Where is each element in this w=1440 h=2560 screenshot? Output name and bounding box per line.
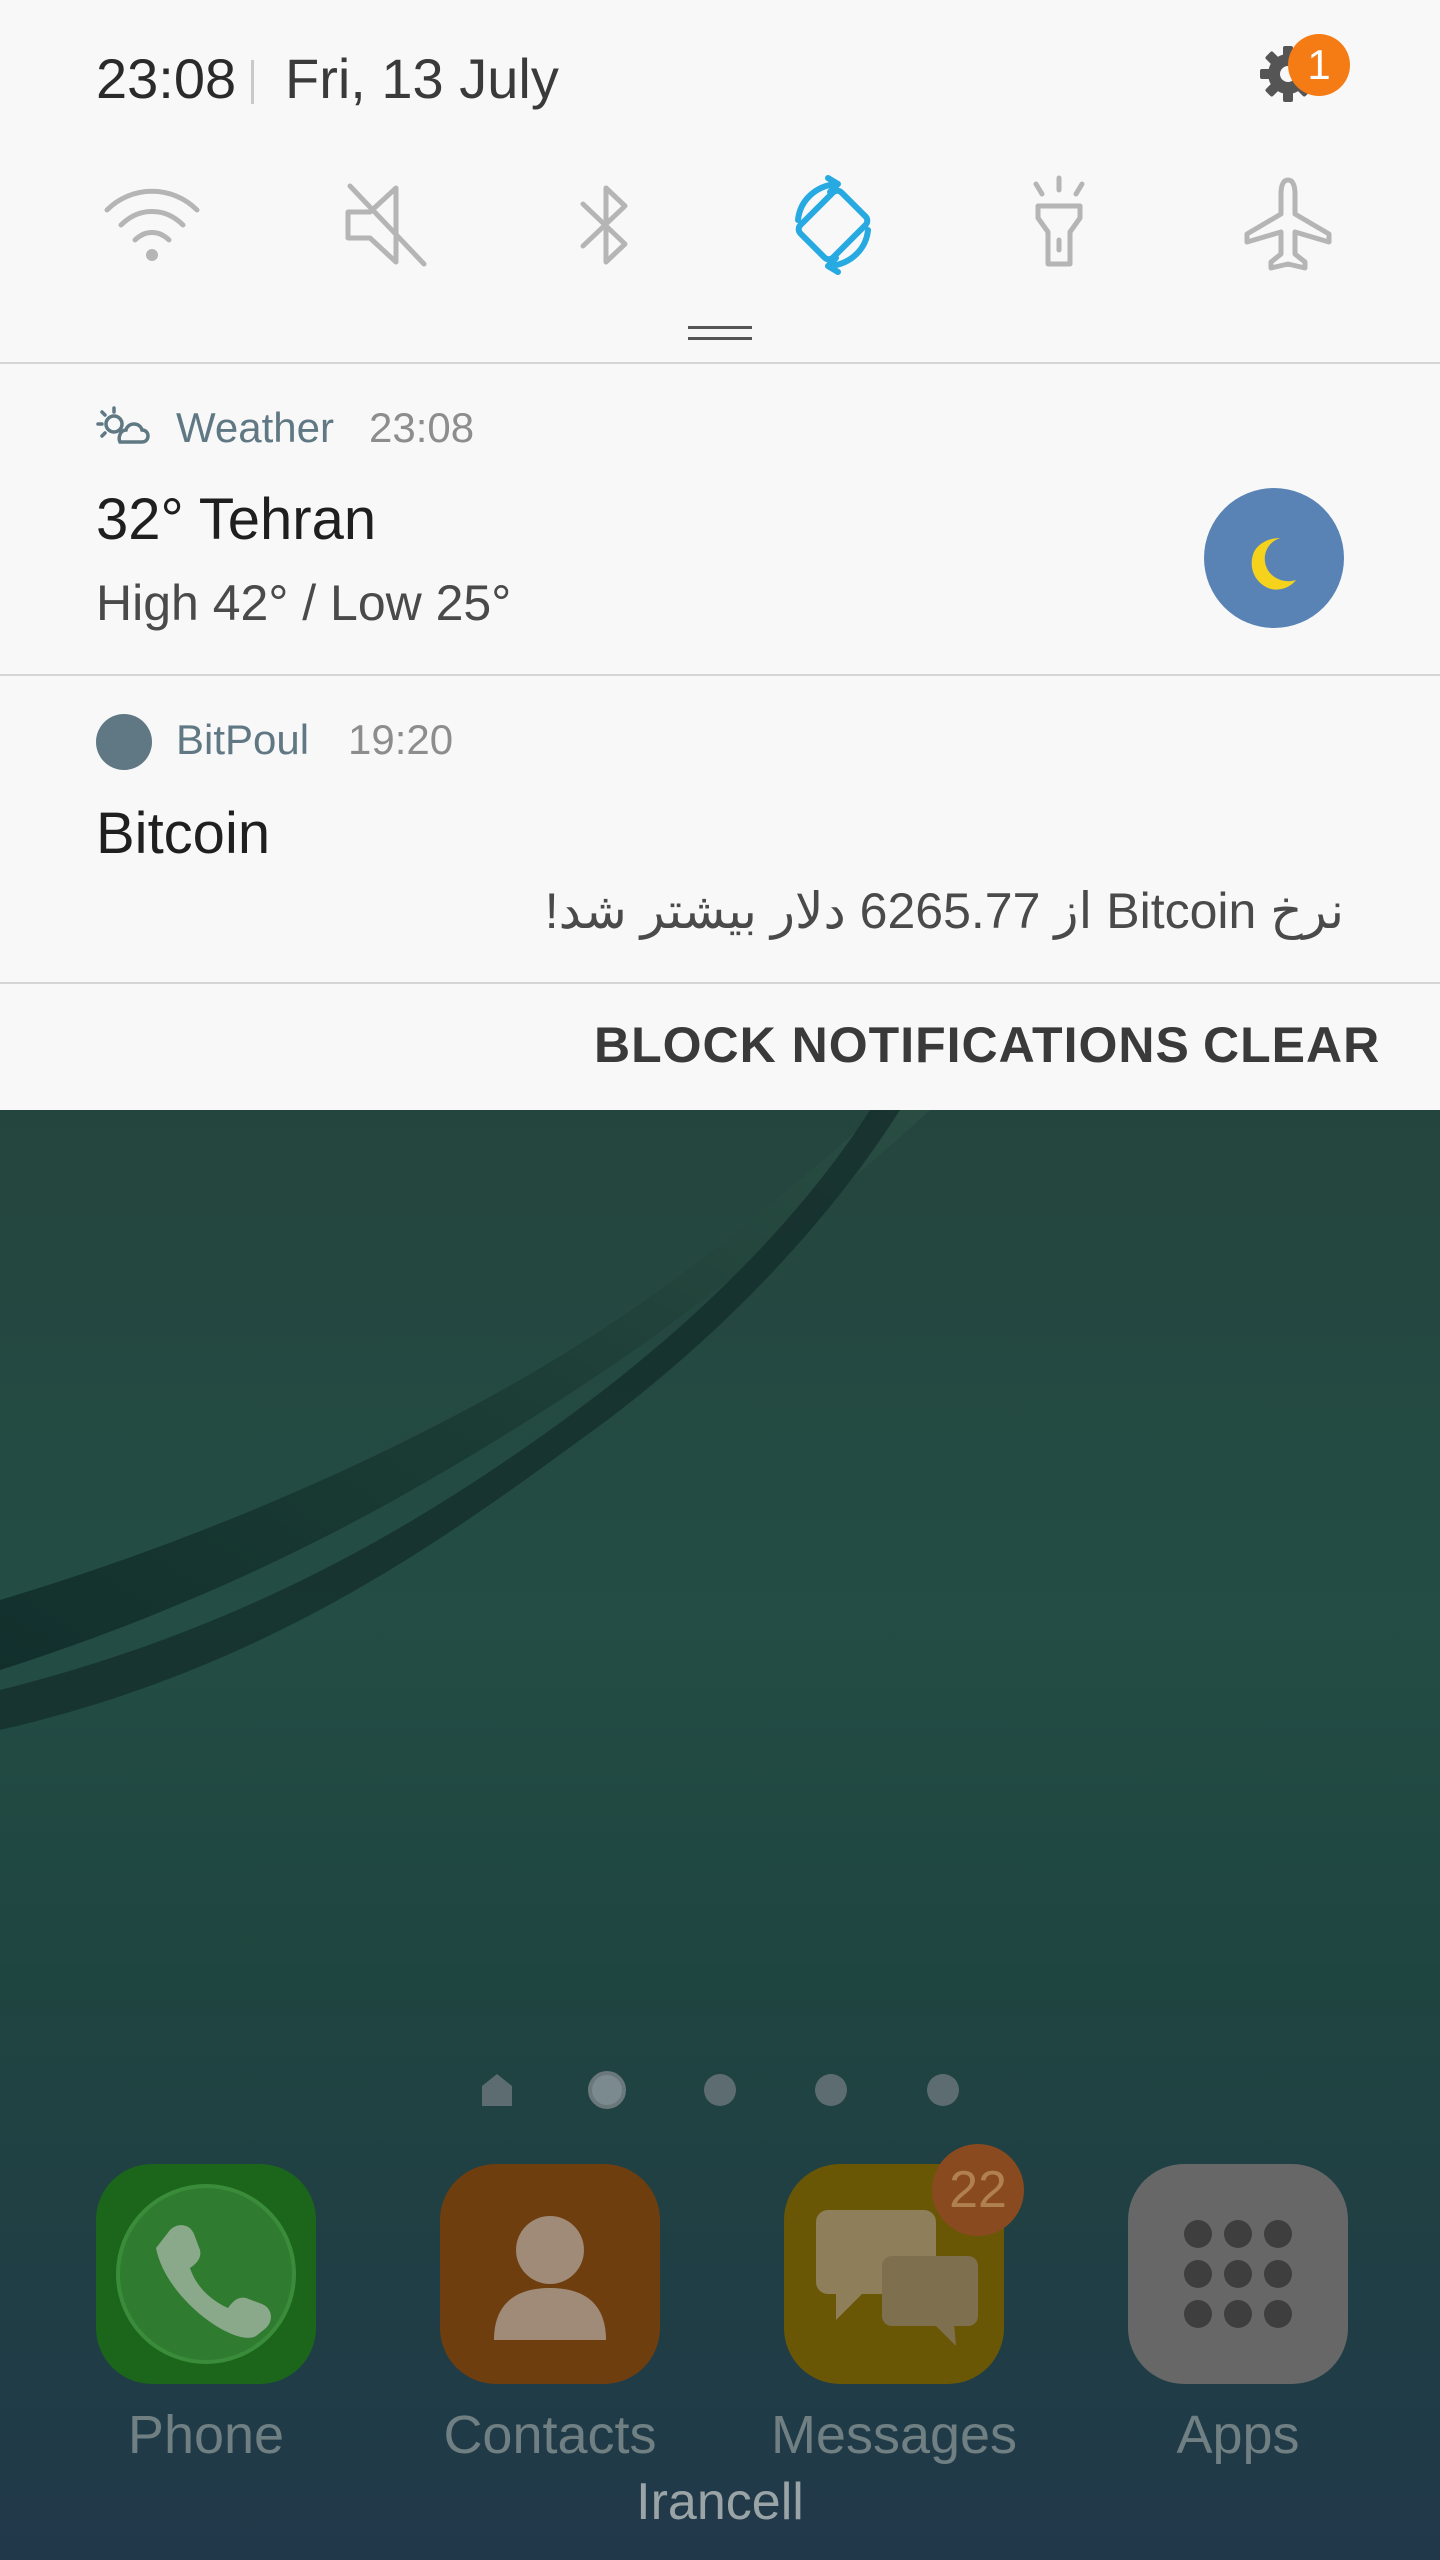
flashlight-icon — [1033, 175, 1085, 267]
messages-unread-badge: 22 — [932, 2144, 1024, 2236]
phone-app-label: Phone — [127, 2405, 285, 2465]
airplane-mode-icon — [1244, 177, 1332, 271]
page-indicator-dot[interactable] — [588, 2071, 626, 2109]
settings-update-badge: 1 — [1288, 34, 1350, 96]
contacts-app-label: Contacts — [443, 2405, 657, 2465]
weather-notification-time: 23:08 — [369, 404, 475, 451]
phone-icon — [116, 2184, 296, 2364]
page-indicator-dot[interactable] — [704, 2074, 736, 2106]
auto-rotate-icon — [795, 175, 871, 275]
bitpoul-notification-time: 19:20 — [348, 716, 454, 763]
bitpoul-text: نرخ Bitcoin از 6265.77 دلار بیشتر شد! — [544, 883, 1344, 939]
page-indicator-dot[interactable] — [927, 2074, 959, 2106]
status-separator — [251, 60, 254, 104]
status-date: Fri, 13 July — [285, 47, 559, 110]
block-notifications-button[interactable]: BLOCK NOTIFICATIONS — [594, 1016, 1190, 1074]
weather-app-name: Weather — [176, 404, 334, 451]
apps-grid-icon — [1184, 2220, 1292, 2328]
apps-label: Apps — [1176, 2405, 1300, 2465]
weather-condition-badge — [1204, 488, 1344, 628]
moon-icon — [1251, 538, 1296, 590]
status-time: 23:08 — [96, 47, 237, 110]
divider — [0, 982, 1440, 984]
bitpoul-title: Bitcoin — [96, 801, 271, 866]
bluetooth-icon — [580, 185, 628, 265]
messages-app-label: Messages — [770, 2405, 1018, 2465]
bitpoul-app-name: BitPoul — [176, 716, 310, 763]
contact-icon — [494, 2216, 606, 2340]
weather-text: High 42° / Low 25° — [96, 575, 512, 631]
home-page-indicator[interactable] — [480, 2072, 514, 2108]
auto-rotate-toggle[interactable] — [778, 170, 888, 280]
carrier-name: Irancell — [636, 2473, 804, 2531]
sound-toggle[interactable] — [330, 170, 440, 280]
phone-app-button[interactable] — [96, 2164, 316, 2384]
weather-app-icon — [96, 406, 150, 444]
bitpoul-app-icon — [96, 714, 152, 770]
contacts-app-button[interactable] — [440, 2164, 660, 2384]
wifi-toggle[interactable] — [97, 170, 207, 280]
page-indicator-dot[interactable] — [815, 2074, 847, 2106]
airplane-mode-toggle[interactable] — [1233, 170, 1343, 280]
weather-title: 32° Tehran — [96, 487, 377, 552]
shade-drag-handle[interactable] — [688, 326, 752, 340]
apps-drawer-button[interactable] — [1128, 2164, 1348, 2384]
mute-icon — [345, 183, 427, 267]
clear-button[interactable]: CLEAR — [1203, 1016, 1380, 1074]
bluetooth-toggle[interactable] — [551, 170, 661, 280]
flashlight-toggle[interactable] — [1004, 170, 1114, 280]
wifi-icon — [104, 188, 200, 261]
